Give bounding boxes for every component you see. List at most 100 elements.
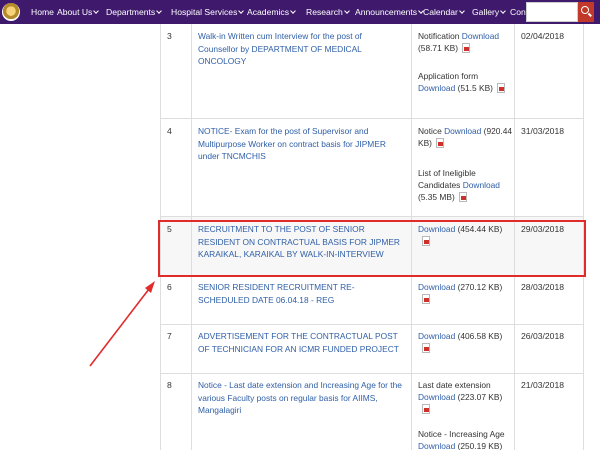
download-link[interactable]: Download bbox=[462, 31, 499, 41]
row-download-cell: Download (406.58 KB) bbox=[412, 325, 515, 373]
row-date: 28/03/2018 bbox=[521, 282, 565, 292]
nav-item-gallery[interactable]: Gallery bbox=[472, 7, 507, 17]
row-number-cell: 3 bbox=[160, 24, 192, 118]
file-size: (58.71 KB) bbox=[418, 43, 459, 53]
download-link[interactable]: Download bbox=[418, 392, 455, 402]
search-box bbox=[526, 2, 594, 22]
row-date-cell: 02/04/2018 bbox=[515, 24, 584, 118]
nav-item-label: Hospital Services bbox=[171, 7, 238, 17]
download-list: Download (406.58 KB) bbox=[418, 330, 514, 354]
nav-item-home[interactable]: Home bbox=[31, 7, 54, 17]
pdf-icon[interactable] bbox=[422, 404, 430, 414]
download-list: Download (270.12 KB) bbox=[418, 281, 514, 305]
file-size: (406.58 KB) bbox=[457, 331, 503, 341]
pdf-icon[interactable] bbox=[462, 43, 471, 53]
row-title-cell: Notice - Last date extension and Increas… bbox=[192, 374, 412, 450]
download-link[interactable]: Download bbox=[418, 83, 455, 93]
pdf-icon[interactable] bbox=[496, 83, 505, 93]
nav-item-label: Home bbox=[31, 7, 54, 17]
chevron-down-icon bbox=[500, 8, 507, 14]
chevron-down-icon bbox=[93, 8, 100, 14]
chevron-down-icon bbox=[156, 8, 163, 14]
download-link[interactable]: Download bbox=[444, 126, 481, 136]
row-title-cell: SENIOR RESIDENT RECRUITMENT RE-SCHEDULED… bbox=[192, 276, 412, 324]
search-input[interactable] bbox=[526, 2, 578, 22]
nav-item-announcements[interactable]: Announcements bbox=[355, 7, 424, 17]
row-date: 31/03/2018 bbox=[521, 126, 565, 136]
download-item: Notice - Increasing Age Download (250.19… bbox=[418, 428, 514, 450]
pdf-icon[interactable] bbox=[458, 192, 467, 202]
row-title-cell: ADVERTISEMENT FOR THE CONTRACTUAL POST O… bbox=[192, 325, 412, 373]
table-row: 6 SENIOR RESIDENT RECRUITMENT RE-SCHEDULE… bbox=[160, 276, 584, 325]
row-number-cell: 4 bbox=[160, 119, 192, 216]
file-size: (250.19 KB) bbox=[457, 441, 503, 450]
row-number-cell: 7 bbox=[160, 325, 192, 373]
institute-logo-icon[interactable] bbox=[2, 3, 20, 21]
download-link[interactable]: Download bbox=[463, 180, 500, 190]
top-navigation: Home About Us Departments Hospital Services… bbox=[0, 0, 600, 24]
download-prefix: Notification bbox=[418, 31, 460, 41]
row-title-link[interactable]: Walk-in Written cum Interview for the po… bbox=[198, 30, 403, 68]
pdf-icon[interactable] bbox=[422, 294, 430, 304]
nav-item-calendar[interactable]: Calendar bbox=[423, 7, 465, 17]
row-number: 8 bbox=[167, 380, 172, 390]
file-size: (51.5 KB) bbox=[457, 83, 493, 93]
table-row: 7 ADVERTISEMENT FOR THE CONTRACTUAL POST … bbox=[160, 325, 584, 374]
row-download-cell: Notice Download (920.44 KB) List of Ineli… bbox=[412, 119, 515, 216]
table-row: 3 Walk-in Written cum Interview for the p… bbox=[160, 24, 584, 119]
row-date: 21/03/2018 bbox=[521, 380, 565, 390]
pdf-icon[interactable] bbox=[422, 343, 430, 353]
row-number: 3 bbox=[167, 31, 172, 41]
download-item: Application form Download (51.5 KB) bbox=[418, 70, 514, 94]
nav-item-label: Departments bbox=[106, 7, 156, 17]
chevron-down-icon bbox=[459, 8, 465, 14]
download-prefix: Application form bbox=[418, 71, 479, 81]
row-title-cell: Walk-in Written cum Interview for the po… bbox=[192, 24, 412, 118]
download-item: Notification Download (58.71 KB) bbox=[418, 30, 514, 54]
row-title-link[interactable]: ADVERTISEMENT FOR THE CONTRACTUAL POST O… bbox=[198, 330, 403, 355]
chevron-down-icon bbox=[290, 8, 296, 14]
row-date-cell: 31/03/2018 bbox=[515, 119, 584, 216]
download-link[interactable]: Download bbox=[418, 282, 455, 292]
chevron-down-icon bbox=[238, 8, 245, 14]
chevron-down-icon bbox=[343, 8, 350, 14]
download-prefix: Last date extension bbox=[418, 380, 491, 390]
download-prefix: Notice bbox=[418, 126, 442, 136]
row-number: 4 bbox=[167, 126, 172, 136]
file-size: (270.12 KB) bbox=[457, 282, 503, 292]
download-item: Notice Download (920.44 KB) bbox=[418, 125, 514, 149]
nav-item-label: Gallery bbox=[472, 7, 500, 17]
row-date: 02/04/2018 bbox=[521, 31, 565, 41]
file-size: (5.35 MB) bbox=[418, 192, 455, 202]
nav-item-label: About Us bbox=[57, 7, 93, 17]
row-number: 7 bbox=[167, 331, 172, 341]
download-link[interactable]: Download bbox=[418, 441, 455, 450]
download-item: List of Ineligible Candidates Download (… bbox=[418, 167, 514, 203]
nav-item-hospital-services[interactable]: Hospital Services bbox=[171, 7, 245, 17]
row-date-cell: 21/03/2018 bbox=[515, 374, 584, 450]
row-title-link[interactable]: Notice - Last date extension and Increas… bbox=[198, 379, 403, 417]
nav-item-label: Research bbox=[306, 7, 343, 17]
row-title-link[interactable]: NOTICE- Exam for the post of Supervisor … bbox=[198, 125, 403, 163]
nav-item-academics[interactable]: Academics bbox=[247, 7, 296, 17]
download-link[interactable]: Download bbox=[418, 331, 455, 341]
row-date-cell: 26/03/2018 bbox=[515, 325, 584, 373]
nav-item-label: Calendar bbox=[423, 7, 458, 17]
download-list: Notification Download (58.71 KB) Applicat… bbox=[418, 30, 514, 94]
row-number-cell: 8 bbox=[160, 374, 192, 450]
nav-item-departments[interactable]: Departments bbox=[106, 7, 163, 17]
table-row: 4 NOTICE- Exam for the post of Supervisor… bbox=[160, 119, 584, 217]
file-size: (223.07 KB) bbox=[457, 392, 503, 402]
nav-item-research[interactable]: Research bbox=[306, 7, 350, 17]
download-item: Last date extension Download (223.07 KB) bbox=[418, 379, 514, 415]
pdf-icon[interactable] bbox=[435, 138, 444, 148]
table-row: 8 Notice - Last date extension and Increa… bbox=[160, 374, 584, 450]
nav-item-about-us[interactable]: About Us bbox=[57, 7, 100, 17]
row-download-cell: Download (270.12 KB) bbox=[412, 276, 515, 324]
row-download-cell: Last date extension Download (223.07 KB)… bbox=[412, 374, 515, 450]
download-item: Download (406.58 KB) bbox=[418, 330, 514, 354]
search-button[interactable] bbox=[578, 2, 594, 22]
row-title-link[interactable]: SENIOR RESIDENT RECRUITMENT RE-SCHEDULED… bbox=[198, 281, 403, 306]
row-number-cell: 6 bbox=[160, 276, 192, 324]
nav-item-label: Academics bbox=[247, 7, 290, 17]
